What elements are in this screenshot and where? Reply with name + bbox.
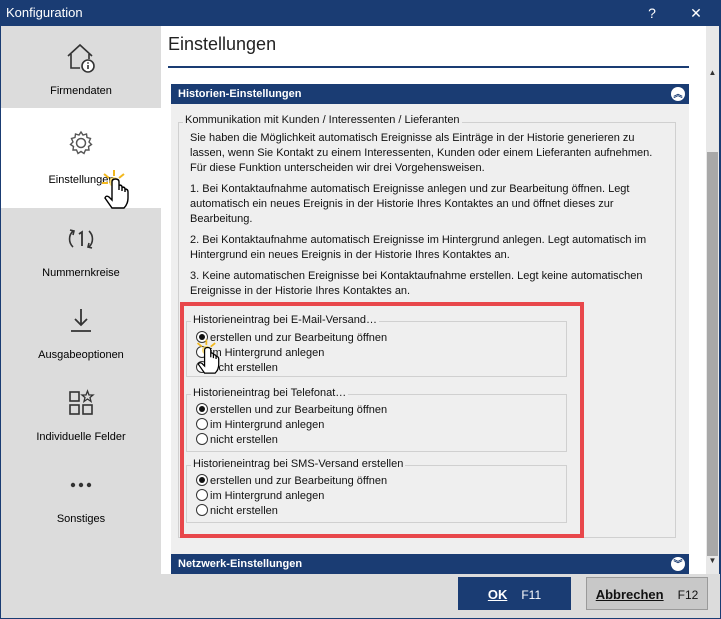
click-cursor-icon (196, 339, 220, 374)
highlight-frame (180, 302, 584, 538)
gear-icon (69, 130, 93, 155)
sidebar-item-label: Nummernkreise (42, 267, 120, 279)
vertical-scrollbar[interactable]: ▲ ▼ (706, 26, 719, 574)
sidebar-item-einstellungen[interactable]: Einstellungen (1, 108, 162, 208)
scroll-up-icon[interactable]: ▲ (706, 66, 719, 80)
close-button[interactable]: ✕ (685, 3, 707, 23)
cancel-button[interactable]: Abbrechen F12 (586, 577, 708, 610)
window-title: Konfiguration (6, 5, 83, 20)
house-info-icon (67, 43, 95, 73)
scrollbar-thumb[interactable] (707, 152, 718, 556)
title-divider (168, 66, 689, 68)
section-header-netzwerk[interactable]: Netzwerk-Einstellungen ︾ (171, 554, 689, 574)
intro-text: Sie haben die Möglichkeit automatisch Er… (190, 132, 653, 174)
sidebar-item-ausgabeoptionen[interactable]: Ausgabeoptionen (1, 290, 161, 372)
sidebar: Firmendaten Einstellungen Nummernkreise (1, 26, 162, 574)
option3-text: 3. Keine automatischen Ereignisse bei Ko… (190, 270, 643, 297)
cancel-label: Abbrechen (595, 587, 664, 602)
section-title: Historien-Einstellungen (178, 88, 302, 100)
section-header-historien[interactable]: Historien-Einstellungen ︽ (171, 84, 689, 104)
groupbox-title: Kommunikation mit Kunden / Interessenten… (183, 114, 462, 126)
grid-star-icon (69, 389, 95, 415)
button-bar: OK F11 Abbrechen F12 (1, 574, 720, 618)
ok-button[interactable]: OK F11 (458, 577, 571, 610)
collapse-icon[interactable]: ︽ (671, 87, 685, 101)
title-bar: Konfiguration ? ✕ (0, 0, 721, 26)
download-icon (71, 309, 91, 332)
more-dots-icon (70, 482, 92, 488)
sidebar-item-firmendaten[interactable]: Firmendaten (1, 26, 161, 108)
refresh-number-icon (68, 229, 94, 249)
sidebar-item-label: Einstellungen (48, 174, 115, 186)
config-window: Konfiguration ? ✕ Firmendaten Einstellun… (0, 0, 721, 619)
option1-text: 1. Bei Kontaktaufnahme automatisch Ereig… (190, 183, 630, 225)
scroll-down-icon[interactable]: ▼ (706, 554, 719, 568)
sidebar-item-label: Sonstiges (56, 513, 106, 525)
sidebar-item-label: Firmendaten (50, 85, 112, 97)
sidebar-item-nummernkreise[interactable]: Nummernkreise (1, 208, 161, 290)
sidebar-item-individuelle-felder[interactable]: Individuelle Felder (1, 372, 161, 454)
help-button[interactable]: ? (641, 3, 663, 23)
ok-label: OK (487, 587, 508, 602)
sidebar-item-sonstiges[interactable]: Sonstiges (1, 454, 161, 536)
sidebar-item-label: Individuelle Felder (36, 431, 126, 443)
option2-text: 2. Bei Kontaktaufnahme automatisch Ereig… (190, 234, 647, 261)
page-title: Einstellungen (168, 34, 277, 54)
sidebar-item-label: Ausgabeoptionen (38, 349, 124, 361)
expand-icon[interactable]: ︾ (671, 557, 685, 571)
section-title: Netzwerk-Einstellungen (178, 558, 303, 570)
ok-shortcut: F11 (521, 588, 542, 602)
click-cursor-icon (102, 170, 129, 209)
cancel-shortcut: F12 (677, 588, 699, 602)
